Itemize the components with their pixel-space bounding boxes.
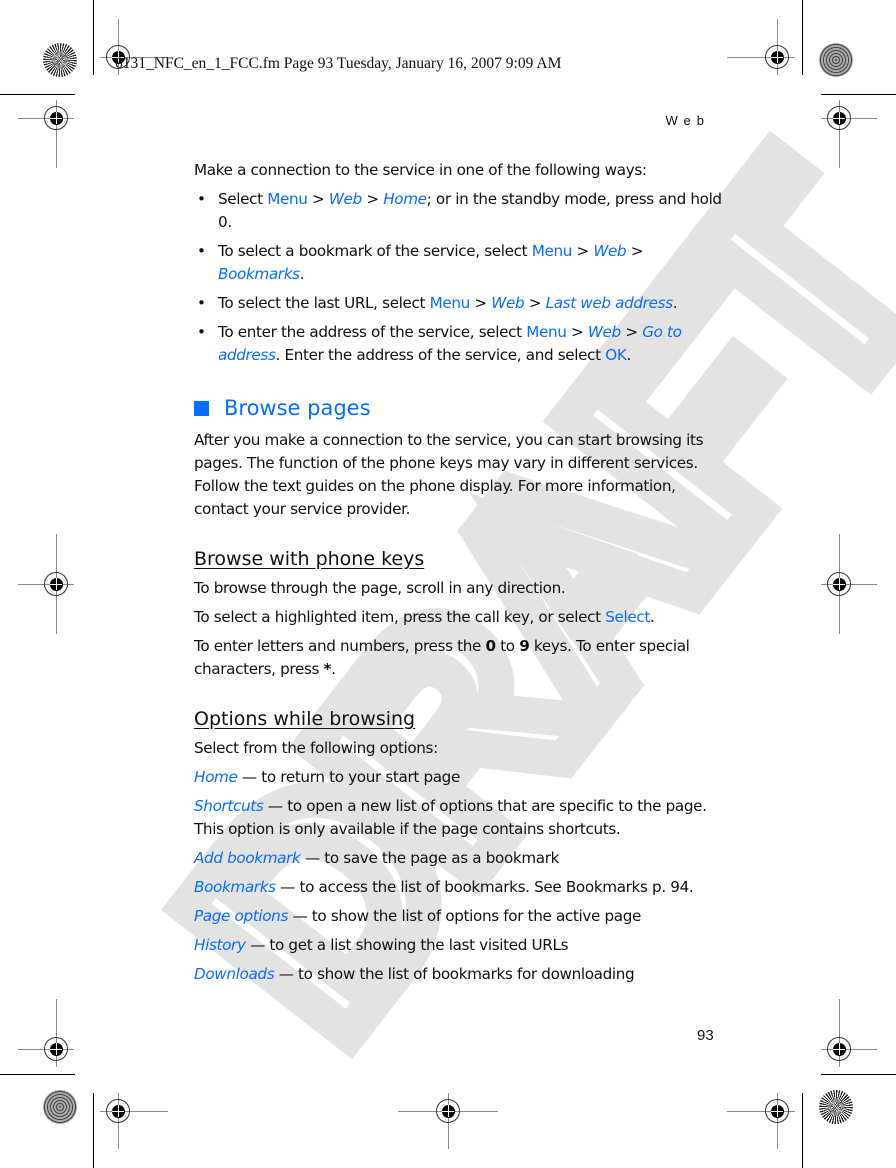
option-shortcuts[interactable]: Shortcuts [194,797,264,815]
key-9: 9 [519,637,530,655]
page-content: Make a connection to the service in one … [194,159,724,992]
trim-line [93,0,94,75]
option-item: Bookmarks — to access the list of bookma… [194,878,694,896]
web-link[interactable]: Web [491,294,524,312]
web-link[interactable]: Web [593,242,626,260]
key-0: 0 [485,637,497,655]
browse-keys-p1: To browse through the page, scroll in an… [194,579,566,597]
option-home[interactable]: Home [194,768,238,786]
running-head: Web [665,113,710,128]
browse-keys-p3: To enter letters and numbers, press the … [194,637,690,678]
bookmarks-link[interactable]: Bookmarks [218,265,300,283]
list-item: • Select Menu > Web > Home; or in the st… [197,190,722,231]
bullet-icon: • [197,190,206,208]
trim-line [93,1093,94,1168]
trim-line [0,1074,75,1075]
web-link[interactable]: Web [329,190,362,208]
connection-methods-list: • Select Menu > Web > Home; or in the st… [194,188,724,367]
subheading-options: Options while browsing [194,708,416,730]
menu-link[interactable]: Menu [267,190,308,208]
option-item: Downloads — to show the list of bookmark… [194,965,635,983]
select-link[interactable]: Select [605,608,650,626]
section-heading: Browse pages [194,395,724,421]
options-intro: Select from the following options: [194,739,438,757]
menu-link[interactable]: Menu [532,242,573,260]
option-item: Shortcuts — to open a new list of option… [194,797,707,838]
last-web-address-link[interactable]: Last web address [546,294,673,312]
option-downloads[interactable]: Downloads [194,965,275,983]
browse-keys-p2: To select a highlighted item, press the … [194,608,655,626]
option-bookmarks[interactable]: Bookmarks [194,878,276,896]
trim-line [802,1093,803,1168]
trim-line [821,94,896,95]
option-add-bookmark[interactable]: Add bookmark [194,849,301,867]
gray-disc-mark-icon [819,43,853,77]
trim-line [0,94,75,95]
ok-link[interactable]: OK [605,346,627,364]
page-number: 93 [697,1027,714,1044]
bullet-icon: • [197,242,206,260]
key-star: * [323,660,332,678]
list-item: • To select the last URL, select Menu > … [194,292,724,315]
bullet-icon: • [197,294,206,312]
option-item: History — to get a list showing the last… [194,936,569,954]
option-item: Add bookmark — to save the page as a boo… [194,849,560,867]
starburst-mark-icon [43,43,77,77]
option-item: Page options — to show the list of optio… [194,907,642,925]
gray-disc-mark-icon [43,1090,77,1124]
option-item: Home — to return to your start page [194,768,460,786]
list-item: • To select a bookmark of the service, s… [197,242,644,283]
list-item: • To enter the address of the service, s… [197,323,682,364]
print-slug: 6131_NFC_en_1_FCC.fm Page 93 Tuesday, Ja… [115,55,562,72]
menu-link[interactable]: Menu [430,294,471,312]
bullet-icon: • [197,323,206,341]
option-page-options[interactable]: Page options [194,907,288,925]
section-square-icon [194,400,209,416]
menu-link[interactable]: Menu [526,323,567,341]
web-link[interactable]: Web [588,323,621,341]
starburst-mark-icon [819,1090,853,1124]
trim-line [821,1074,896,1075]
home-link[interactable]: Home [383,190,427,208]
intro-text: Make a connection to the service in one … [194,161,647,179]
trim-line [802,0,803,75]
option-history[interactable]: History [194,936,246,954]
section-body: After you make a connection to the servi… [194,431,704,518]
subheading-browse-keys: Browse with phone keys [194,548,425,570]
